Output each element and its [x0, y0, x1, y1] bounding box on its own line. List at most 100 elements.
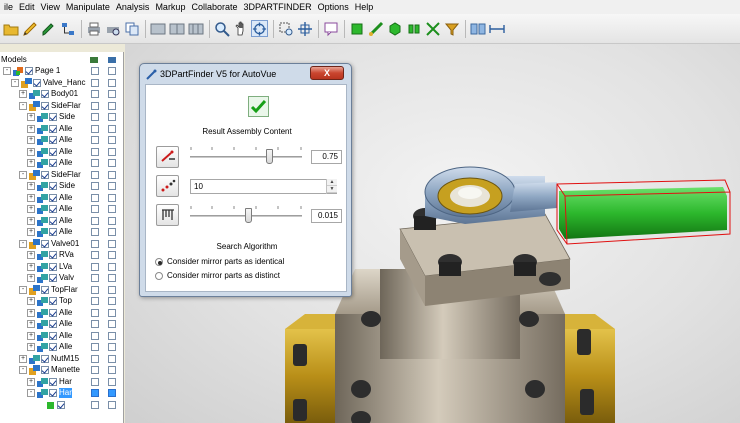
markup-pen-icon[interactable]	[21, 20, 38, 37]
menu-item[interactable]: Analysis	[113, 2, 153, 12]
column-checkbox[interactable]	[91, 228, 99, 236]
column-checkbox[interactable]	[108, 124, 116, 133]
column-checkbox[interactable]	[91, 90, 99, 98]
fit-view-icon[interactable]	[296, 20, 313, 37]
visibility-checkbox[interactable]	[49, 147, 57, 156]
tree-node[interactable]: + Side	[0, 112, 123, 123]
column-checkbox[interactable]	[108, 101, 116, 110]
expander-icon[interactable]: +	[27, 193, 35, 202]
expander-icon[interactable]: +	[27, 320, 35, 328]
mirror-distinct-option[interactable]: Consider mirror parts as distinct	[155, 270, 280, 281]
pan-hand-icon[interactable]	[232, 20, 249, 37]
transform-icon[interactable]	[424, 20, 441, 37]
bolt[interactable]	[293, 344, 307, 366]
expander-icon[interactable]: -	[11, 78, 19, 87]
tolerance-slider-thumb[interactable]	[244, 208, 252, 223]
visibility-checkbox[interactable]	[49, 262, 57, 271]
column-checkbox[interactable]	[108, 228, 116, 236]
edit-pencil-icon[interactable]	[40, 20, 57, 37]
expander-icon[interactable]: +	[19, 354, 27, 363]
expander-icon[interactable]: -	[19, 101, 27, 110]
expander-icon[interactable]: +	[27, 147, 35, 156]
compare-icon[interactable]	[469, 20, 486, 37]
column-checkbox[interactable]	[91, 331, 99, 340]
column-checkbox[interactable]	[108, 377, 116, 386]
bolt[interactable]	[577, 329, 591, 355]
column-checkbox[interactable]	[108, 182, 116, 190]
visibility-checkbox[interactable]	[49, 320, 57, 328]
expander-icon[interactable]: +	[27, 216, 35, 225]
close-button[interactable]: X	[310, 66, 344, 80]
visibility-checkbox[interactable]	[33, 78, 41, 87]
menu-item[interactable]: Options	[315, 2, 352, 12]
expander-icon[interactable]: +	[27, 297, 35, 305]
column-checkbox[interactable]	[108, 205, 116, 213]
column-checkbox[interactable]	[108, 320, 116, 328]
visibility-column-icon[interactable]	[89, 55, 99, 66]
menu-item[interactable]: Help	[352, 2, 377, 12]
tree-node[interactable]: - TopFlar	[0, 284, 123, 296]
tolerance-value[interactable]: 0.015	[311, 209, 342, 223]
tree-node[interactable]: + Valv	[0, 273, 123, 284]
column-checkbox[interactable]	[108, 159, 116, 167]
tree-node[interactable]: + Alle	[0, 135, 123, 146]
spin-up-icon[interactable]: ▲	[327, 179, 337, 186]
visibility-checkbox[interactable]	[41, 101, 49, 110]
tolerance-slider[interactable]	[190, 206, 302, 226]
expander-icon[interactable]: +	[27, 343, 35, 351]
tree-node[interactable]: + Alle	[0, 342, 123, 353]
visibility-checkbox[interactable]	[41, 90, 49, 98]
expander-icon[interactable]: +	[27, 228, 35, 236]
zoom-window-icon[interactable]	[277, 20, 294, 37]
visibility-checkbox[interactable]	[49, 182, 57, 190]
tree-node[interactable]: - Page 1	[0, 66, 123, 77]
expander-icon[interactable]: -	[27, 389, 35, 397]
column-checkbox[interactable]	[108, 262, 116, 271]
mirror-identical-option[interactable]: Consider mirror parts as identical	[155, 256, 284, 267]
expander-icon[interactable]: -	[19, 239, 27, 248]
count-tool-button[interactable]	[156, 175, 179, 197]
menu-item[interactable]: 3DPARTFINDER	[240, 2, 314, 12]
menu-item[interactable]: Markup	[152, 2, 188, 12]
tree-node[interactable]: + RVa	[0, 250, 123, 261]
expander-icon[interactable]: +	[27, 113, 35, 121]
visibility-checkbox[interactable]	[49, 193, 57, 202]
tree-structure-icon[interactable]	[59, 20, 76, 37]
expander-icon[interactable]: +	[27, 182, 35, 190]
column-checkbox[interactable]	[108, 343, 116, 351]
visibility-checkbox[interactable]	[49, 124, 57, 133]
tree-node[interactable]: - Manette	[0, 365, 123, 376]
visibility-checkbox[interactable]	[49, 274, 57, 282]
column-checkbox[interactable]	[91, 78, 99, 87]
tolerance-tool-button[interactable]	[156, 204, 179, 226]
menu-item[interactable]: ile	[1, 2, 16, 12]
visibility-checkbox[interactable]	[49, 113, 57, 121]
tree-node[interactable]: - Valve01	[0, 238, 123, 250]
visibility-checkbox[interactable]	[49, 205, 57, 213]
comment-icon[interactable]	[322, 20, 339, 37]
expander-icon[interactable]: +	[27, 124, 35, 133]
visibility-checkbox[interactable]	[41, 285, 49, 294]
visibility-checkbox[interactable]	[49, 136, 57, 144]
visibility-checkbox[interactable]	[49, 377, 57, 386]
visibility-checkbox[interactable]	[49, 308, 57, 317]
tree-node[interactable]: - Valve_Hanc	[0, 77, 123, 89]
column-checkbox[interactable]	[108, 366, 116, 374]
tree-node[interactable]: + Alle	[0, 147, 123, 158]
open-folder-icon[interactable]	[2, 20, 19, 37]
tree-node[interactable]: + Alle	[0, 158, 123, 169]
tree-node[interactable]: - SideFlar	[0, 169, 123, 181]
menu-item[interactable]: Edit	[16, 2, 38, 12]
column-checkbox[interactable]	[91, 216, 99, 225]
column-checkbox[interactable]	[91, 239, 99, 248]
visibility-checkbox[interactable]	[49, 251, 57, 259]
tree-node[interactable]: + NutM15	[0, 354, 123, 365]
expander-icon[interactable]: -	[19, 170, 27, 179]
tree-node[interactable]: + Alle	[0, 308, 123, 319]
rotate-3d-icon[interactable]	[251, 20, 268, 37]
visibility-checkbox[interactable]	[49, 228, 57, 236]
column-checkbox[interactable]	[108, 67, 116, 75]
column-checkbox[interactable]	[91, 285, 99, 294]
column-checkbox[interactable]	[108, 331, 116, 340]
column-checkbox[interactable]	[91, 389, 99, 397]
